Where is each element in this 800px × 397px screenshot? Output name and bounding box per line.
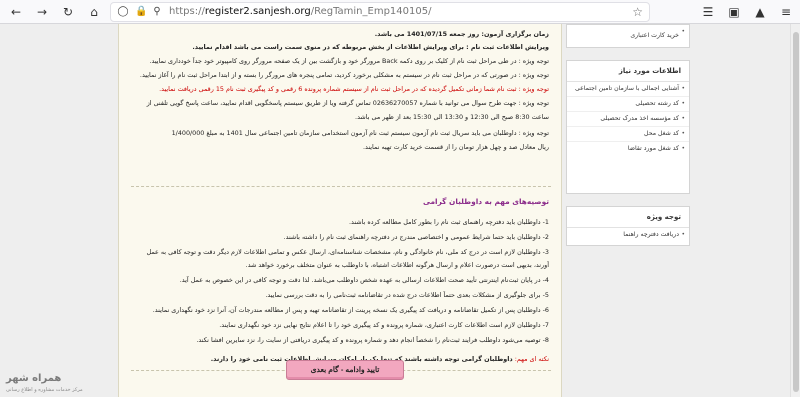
- sidebar-icon[interactable]: ▣: [726, 4, 742, 20]
- back-arrow-icon[interactable]: ←: [8, 4, 24, 20]
- key-icon[interactable]: ⚲: [151, 6, 163, 18]
- url-text[interactable]: https://register2.sanjesh.org/RegTamin_E…: [169, 5, 431, 19]
- scrollbar-thumb[interactable]: [793, 32, 799, 392]
- info-line: توجه ویژه : ثبت نام شما زمانی تکمیل گردی…: [159, 85, 549, 93]
- recommendation-item: 7- داوطلبان لازم است اطلاعات کارت اعتبار…: [219, 321, 549, 329]
- recommendation-item: 2- داوطلبان باید حتما شرایط عمومی و اختص…: [283, 233, 549, 241]
- recommendation-item: 3- داوطلبان لازم است در درج کد ملی، نام …: [146, 248, 550, 256]
- info-line: ویرایش اطلاعات ثبت نام : برای ویرایش اطل…: [192, 43, 549, 51]
- sidebar-link-info[interactable]: کد شغل مورد تقاضا: [567, 141, 689, 156]
- sidebar-link-info[interactable]: کد شغل محل: [567, 126, 689, 141]
- menu-icon[interactable]: ≡: [778, 4, 794, 20]
- recommendation-item: 4- در پایان ثبت‌نام اینترنتی تأیید صحت ا…: [179, 276, 549, 284]
- section-title: توصیه‌های مهم به داوطلبان گرامی: [422, 197, 549, 206]
- logo-subtitle: مرکز خدمات مشاوره و اطلاع رسانی: [6, 387, 83, 393]
- info-box-title: اطلاعات مورد نیاز: [567, 61, 689, 82]
- sidebar-link-buy-card[interactable]: خرید کارت اعتباری: [567, 25, 689, 43]
- info-line: زمان برگزاری آزمون: روز جمعه 1401/07/15 …: [374, 30, 549, 38]
- note-label: نکته ای مهم:: [514, 355, 549, 363]
- sidebar-box-top: خرید کارت اعتباری: [566, 24, 690, 48]
- info-line: توجه ویژه : در طی مراحل ثبت نام از کلیک …: [149, 57, 549, 65]
- recommendation-item: 6- داوطلبان پس از تکمیل تقاضانامه و دریا…: [152, 306, 549, 314]
- address-bar[interactable]: ◯ 🔒 ⚲ https://register2.sanjesh.org/RegT…: [110, 2, 650, 22]
- reload-icon[interactable]: ↻: [60, 4, 76, 20]
- extensions-icon[interactable]: ▲: [752, 4, 768, 20]
- scrollbar[interactable]: [790, 24, 800, 397]
- lock-icon[interactable]: 🔒: [135, 6, 147, 18]
- sidebar-link-info[interactable]: کد مؤسسه اخذ مدرک تحصیلی: [567, 111, 689, 126]
- page: زمان برگزاری آزمون: روز جمعه 1401/07/15 …: [0, 24, 790, 397]
- info-line: ریال معادل صد و چهل هزار تومان را از قسم…: [362, 143, 549, 151]
- shield-icon[interactable]: ◯: [117, 6, 129, 18]
- info-line: توجه ویژه : جهت طرح سوال می توانید با شم…: [146, 99, 549, 107]
- sidebar-box-info: اطلاعات مورد نیاز آشنایی اجمالی با سازما…: [566, 60, 690, 194]
- info-line: ساعت 8:30 صبح الی 12:30 و 13:30 الی 15:3…: [355, 113, 549, 121]
- recommendation-item: 1- داوطلبان باید دفترچه راهنمای ثبت نام …: [348, 218, 549, 226]
- special-box-title: توجه ویژه: [567, 207, 689, 228]
- recommendation-item: 8- توصیه می‌شود داوطلب فرایند ثبت‌نام را…: [196, 336, 549, 344]
- browser-toolbar: ← → ↻ ⌂ ◯ 🔒 ⚲ https://register2.sanjesh.…: [0, 0, 800, 24]
- home-icon[interactable]: ⌂: [86, 4, 102, 20]
- forward-arrow-icon[interactable]: →: [34, 4, 50, 20]
- recommendation-item: 5- برای جلوگیری از مشکلات بعدی حتماً اطل…: [265, 291, 549, 299]
- info-line: توجه ویژه : در صورتی که در مراحل ثبت نام…: [139, 71, 549, 79]
- sidebar-link-info[interactable]: آشنایی اجمالی با سازمان تامین اجتماعی: [567, 82, 689, 96]
- main-content: زمان برگزاری آزمون: روز جمعه 1401/07/15 …: [118, 24, 562, 397]
- logo-text: همراه شهر: [6, 373, 62, 384]
- info-line: توجه ویژه : داوطلبان می باید سریال ثبت ن…: [171, 129, 549, 137]
- sidebar-link-download-guide[interactable]: دریافت دفترچه راهنما: [567, 228, 689, 242]
- divider: [131, 186, 551, 187]
- site-logo: همراه شهر مرکز خدمات مشاوره و اطلاع رسان…: [6, 370, 108, 397]
- recommendation-item: آورند، بدیهی است درصورت اعلام و ارسال هر…: [245, 261, 549, 269]
- bookmark-star-icon[interactable]: ☆: [632, 5, 643, 19]
- library-icon[interactable]: ☰: [700, 4, 716, 20]
- confirm-next-step-button[interactable]: تایید وادامه - گام بعدی: [286, 360, 404, 380]
- sidebar-link-info[interactable]: کد رشته تحصیلی: [567, 96, 689, 111]
- sidebar: خرید کارت اعتباری اطلاعات مورد نیاز آشنا…: [566, 24, 690, 397]
- sidebar-box-special: توجه ویژه دریافت دفترچه راهنما: [566, 206, 690, 246]
